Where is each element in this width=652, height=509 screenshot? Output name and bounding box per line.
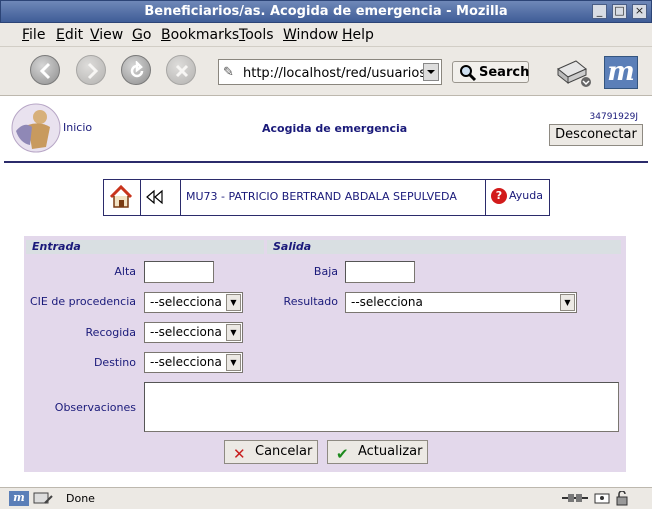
menu-tools-label: Tools	[239, 27, 274, 43]
back-arrow-icon	[39, 62, 51, 80]
reload-icon	[130, 61, 144, 78]
menu-edit-label: Edit	[56, 27, 84, 43]
maximize-button[interactable]: □	[612, 4, 627, 19]
home-cell[interactable]	[104, 180, 141, 215]
menu-bar: File Edit View Go Bookmarks Tools Window…	[0, 23, 652, 47]
search-button[interactable]: Search	[452, 61, 529, 83]
back-cell[interactable]	[141, 180, 181, 215]
form-panel: Entrada Salida Alta Baja CIE de proceden…	[24, 236, 626, 472]
menu-go-label: Go	[132, 27, 152, 43]
home-icon	[109, 184, 133, 208]
cancel-icon: ✕	[233, 445, 246, 463]
destino-select-value: --selecciona	[150, 355, 222, 369]
forward-button[interactable]	[76, 55, 106, 85]
cancel-button[interactable]: ✕ Cancelar	[224, 440, 318, 464]
chevron-down-icon	[427, 70, 435, 74]
stop-button[interactable]	[166, 55, 196, 85]
mozilla-logo: m	[604, 56, 638, 89]
cie-label: CIE de procedencia	[30, 295, 136, 308]
checkmark-icon: ✔	[336, 445, 349, 463]
organization-logo	[11, 103, 61, 153]
search-button-label: Search	[479, 65, 530, 80]
window-title: Beneficiarios/as. Acogida de emergencia …	[144, 4, 508, 19]
chevron-down-icon: ▼	[560, 294, 575, 311]
cie-select[interactable]: --selecciona ▼	[144, 292, 243, 313]
menu-window[interactable]: Window	[283, 27, 338, 43]
menu-file[interactable]: File	[22, 27, 45, 43]
close-button[interactable]: ×	[632, 4, 647, 19]
stop-icon	[175, 64, 189, 78]
connection-icon	[560, 491, 590, 506]
patient-name: MU73 - PATRICIO BERTRAND ABDALA SEPULVED…	[186, 190, 457, 203]
menu-view-label: View	[90, 27, 124, 43]
help-label: Ayuda	[509, 189, 543, 202]
chevron-down-icon: ▼	[226, 324, 241, 341]
menu-bookmarks-label: Bookmarks	[161, 27, 240, 43]
user-id: 34791929J	[589, 112, 638, 122]
page-icon: ✎	[223, 65, 234, 80]
page-title: Acogida de emergencia	[262, 122, 408, 135]
baja-label: Baja	[313, 265, 338, 278]
recogida-select[interactable]: --selecciona ▼	[144, 322, 243, 343]
alta-label: Alta	[114, 265, 136, 278]
minimize-button[interactable]: _	[592, 4, 607, 19]
url-dropdown-button[interactable]	[423, 63, 439, 81]
menu-go[interactable]: Go	[132, 27, 151, 43]
reload-button[interactable]	[121, 55, 151, 85]
popup-icon[interactable]	[593, 491, 611, 506]
menu-tools[interactable]: Tools	[239, 27, 274, 43]
resultado-select[interactable]: --selecciona ▼	[345, 292, 577, 313]
status-bar: m Done	[0, 487, 652, 509]
menu-help[interactable]: Help	[342, 27, 374, 43]
destino-label: Destino	[93, 356, 136, 369]
resultado-select-value: --selecciona	[351, 295, 423, 309]
security-lock-icon[interactable]	[614, 490, 630, 506]
disconnect-button[interactable]: Desconectar	[549, 124, 643, 146]
help-icon: ?	[491, 188, 507, 204]
menu-file-label: File	[22, 27, 46, 43]
patient-nav-box: MU73 - PATRICIO BERTRAND ABDALA SEPULVED…	[103, 179, 550, 216]
destino-select[interactable]: --selecciona ▼	[144, 352, 243, 373]
rewind-icon	[146, 189, 163, 205]
window-titlebar: Beneficiarios/as. Acogida de emergencia …	[0, 0, 652, 23]
header-divider	[4, 161, 648, 163]
chevron-down-icon: ▼	[226, 294, 241, 311]
print-icon[interactable]	[552, 55, 592, 89]
search-icon	[460, 65, 477, 82]
chevron-down-icon: ▼	[226, 354, 241, 371]
composer-icon[interactable]	[33, 491, 53, 506]
url-bar[interactable]: ✎ http://localhost/red/usuarios/mo	[218, 59, 442, 85]
home-link[interactable]: Inicio	[63, 121, 92, 134]
back-button[interactable]	[30, 55, 60, 85]
update-button-label: Actualizar	[358, 444, 423, 459]
salida-section-header: Salida	[267, 240, 621, 254]
recogida-label: Recogida	[85, 326, 136, 339]
menu-help-label: Help	[342, 27, 374, 43]
baja-input[interactable]	[345, 261, 415, 283]
alta-input[interactable]	[144, 261, 214, 283]
divider	[485, 180, 486, 215]
cancel-button-label: Cancelar	[255, 444, 313, 459]
menu-bookmarks[interactable]: Bookmarks	[161, 27, 239, 43]
update-button[interactable]: ✔ Actualizar	[327, 440, 428, 464]
cie-select-value: --selecciona	[150, 295, 222, 309]
menu-edit[interactable]: Edit	[56, 27, 83, 43]
forward-arrow-icon	[87, 62, 99, 80]
entrada-section-header: Entrada	[26, 240, 264, 254]
recogida-select-value: --selecciona	[150, 325, 222, 339]
resultado-label: Resultado	[283, 295, 338, 308]
help-link[interactable]: ? Ayuda	[491, 188, 543, 204]
menu-window-label: Window	[283, 27, 339, 43]
status-text: Done	[66, 492, 95, 505]
menu-view[interactable]: View	[90, 27, 123, 43]
mozilla-status-icon[interactable]: m	[9, 491, 29, 506]
observaciones-textarea[interactable]	[144, 382, 619, 432]
observaciones-label: Observaciones	[54, 401, 136, 414]
url-text: http://localhost/red/usuarios/mo	[243, 66, 423, 81]
